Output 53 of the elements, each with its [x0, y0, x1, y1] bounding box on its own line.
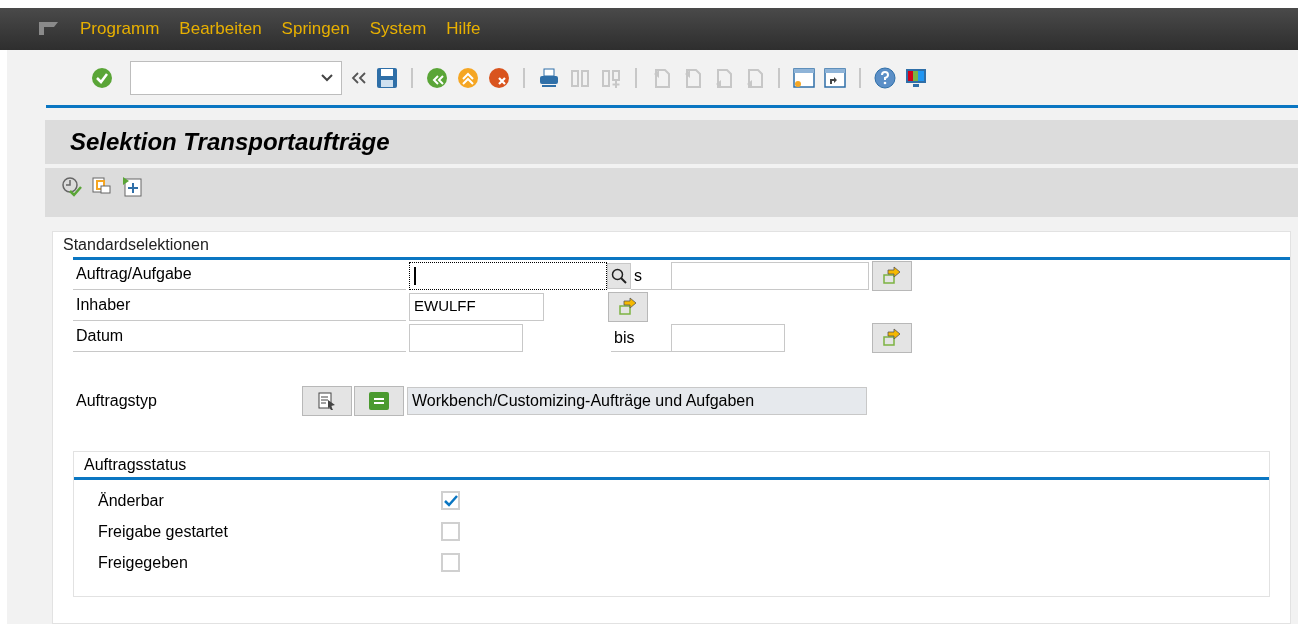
- multiple-selection-button[interactable]: [872, 260, 912, 291]
- list-select-icon: [317, 390, 337, 411]
- printer-icon[interactable]: [538, 66, 560, 89]
- range-label: bis: [614, 327, 635, 348]
- double-chevron-icon[interactable]: [351, 70, 367, 85]
- add-entry-icon[interactable]: [121, 176, 143, 198]
- field-label: Inhaber: [73, 292, 406, 321]
- exit-icon[interactable]: [457, 66, 479, 89]
- checkbox[interactable]: [441, 553, 460, 572]
- arrow-icon: [881, 265, 903, 286]
- field-value: EWULFF: [414, 296, 476, 317]
- arrow-icon: [881, 327, 903, 348]
- input-field[interactable]: EWULFF: [409, 292, 544, 321]
- input-field[interactable]: [409, 261, 607, 290]
- back-icon[interactable]: [426, 66, 448, 89]
- equals-button[interactable]: [354, 385, 404, 416]
- save-icon[interactable]: [376, 66, 398, 89]
- checkbox[interactable]: [441, 491, 460, 510]
- selection-button[interactable]: [302, 385, 352, 416]
- range-label: s: [634, 265, 642, 286]
- arrow-icon: [617, 296, 639, 317]
- text-cursor: [414, 266, 416, 285]
- menu-icon[interactable]: [38, 21, 60, 37]
- checkbox[interactable]: [441, 522, 460, 541]
- checkbox-label: Änderbar: [98, 490, 165, 511]
- search-icon: [611, 267, 627, 284]
- checkmark-icon: [443, 494, 458, 507]
- chevron-down-icon: [321, 73, 333, 82]
- section-title: Standardselektionen: [62, 235, 210, 255]
- new-window-icon[interactable]: [793, 66, 815, 89]
- cancel-icon[interactable]: [488, 66, 510, 89]
- clock-check-icon[interactable]: [61, 176, 83, 198]
- menu-item[interactable]: Springen: [281, 16, 350, 42]
- monitor-icon[interactable]: [905, 66, 927, 89]
- menu-item[interactable]: Bearbeiten: [179, 16, 262, 42]
- page-title: Selektion Transportaufträge: [70, 127, 390, 157]
- checkbox-label: Freigabe gestartet: [98, 521, 229, 542]
- menu-item[interactable]: Hilfe: [446, 16, 481, 42]
- search-help-button[interactable]: [607, 262, 631, 289]
- help-icon[interactable]: [874, 66, 896, 89]
- menu-item[interactable]: System: [369, 16, 427, 42]
- request-type-field: Workbench/Customizing-Aufträge und Aufgaben: [407, 386, 867, 415]
- command-field[interactable]: [130, 60, 342, 95]
- field-label: Auftragstyp: [75, 390, 158, 411]
- enter-icon[interactable]: [91, 66, 113, 89]
- equals-icon: [368, 390, 390, 411]
- menu-item[interactable]: Programm: [80, 16, 160, 42]
- multiple-selection-button[interactable]: [872, 322, 912, 353]
- shortcut-window-icon[interactable]: [824, 66, 846, 89]
- field-label: Datum: [73, 323, 406, 352]
- checkbox-label: Freigegeben: [98, 552, 189, 573]
- field-label: Auftrag/Aufgabe: [73, 261, 406, 290]
- section-title: Auftragsstatus: [83, 455, 188, 475]
